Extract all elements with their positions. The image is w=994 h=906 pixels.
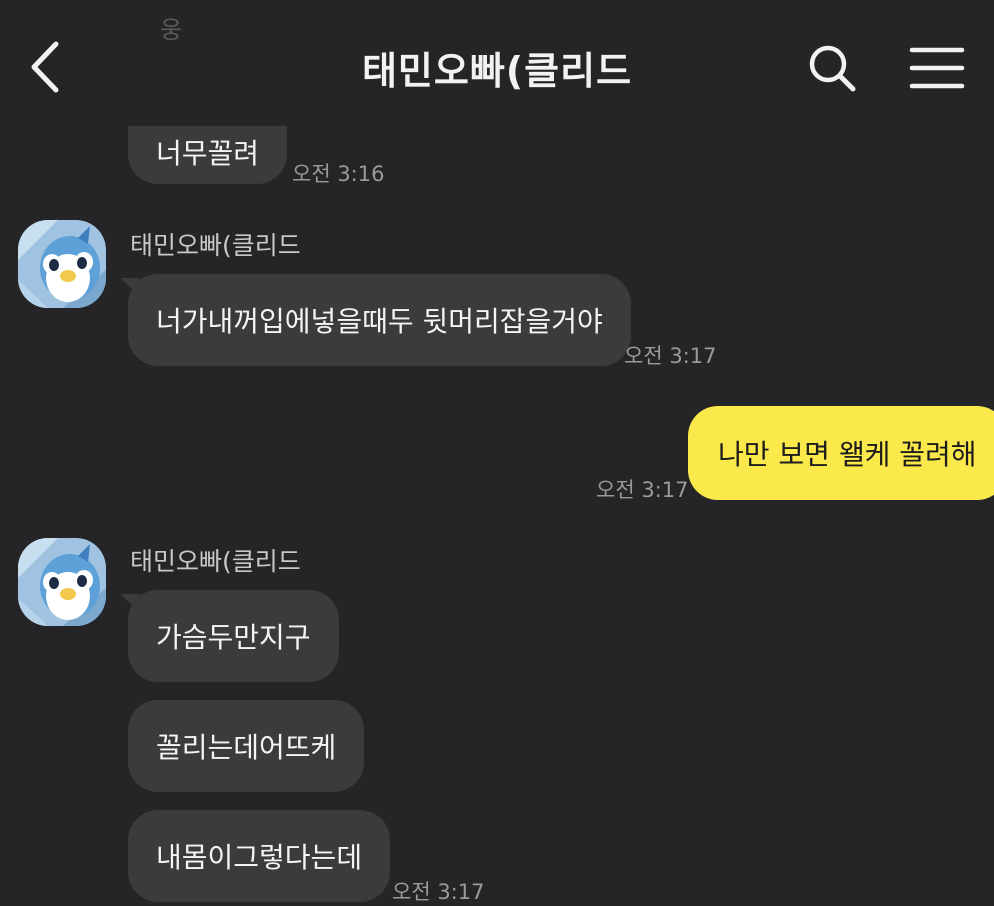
avatar[interactable] — [18, 220, 106, 308]
message-bubble[interactable]: 내몸이그렇다는데 — [128, 810, 391, 902]
message-bubble[interactable]: 꼴리는데어뜨케 — [128, 700, 365, 792]
bubble-tail — [970, 410, 990, 428]
message-timestamp: 오전 3:17 — [392, 880, 485, 904]
message-text: 너무꼴려 — [156, 137, 260, 170]
search-button[interactable] — [802, 40, 862, 96]
message-text: 내몸이그렇다는데 — [156, 841, 363, 874]
hamburger-menu-icon — [909, 47, 965, 89]
sender-name: 태민오빠(클리드 — [130, 231, 301, 260]
menu-button[interactable] — [904, 40, 970, 96]
previous-message-remnant: 웅 — [160, 16, 183, 44]
message-timestamp: 오전 3:16 — [292, 162, 385, 186]
sender-name: 태민오빠(클리드 — [130, 547, 301, 576]
penguin-avatar-icon — [18, 538, 106, 626]
avatar[interactable] — [18, 538, 106, 626]
message-text: 가슴두만지구 — [156, 621, 311, 654]
my-message-bubble[interactable]: 나만 보면 왤케 꼴려해 — [688, 406, 994, 500]
message-text: 나만 보면 왤케 꼴려해 — [718, 438, 977, 471]
chat-screen: 웅 태민오빠(클리드 너무꼴려 오전 3:16 태민오빠(클리드 너가내꺼입에넣… — [0, 0, 994, 906]
message-timestamp: 오전 3:17 — [624, 344, 717, 368]
message-bubble[interactable]: 너가내꺼입에넣을때두 뒷머리잡을거야 — [128, 274, 631, 366]
message-bubble[interactable]: 가슴두만지구 — [128, 590, 339, 682]
chat-header: 태민오빠(클리드 — [0, 0, 994, 126]
penguin-avatar-icon — [18, 220, 106, 308]
search-icon — [809, 45, 856, 92]
message-text: 꼴리는데어뜨케 — [156, 731, 337, 764]
message-text: 너가내꺼입에넣을때두 뒷머리잡을거야 — [156, 305, 603, 338]
message-timestamp: 오전 3:17 — [596, 478, 689, 502]
